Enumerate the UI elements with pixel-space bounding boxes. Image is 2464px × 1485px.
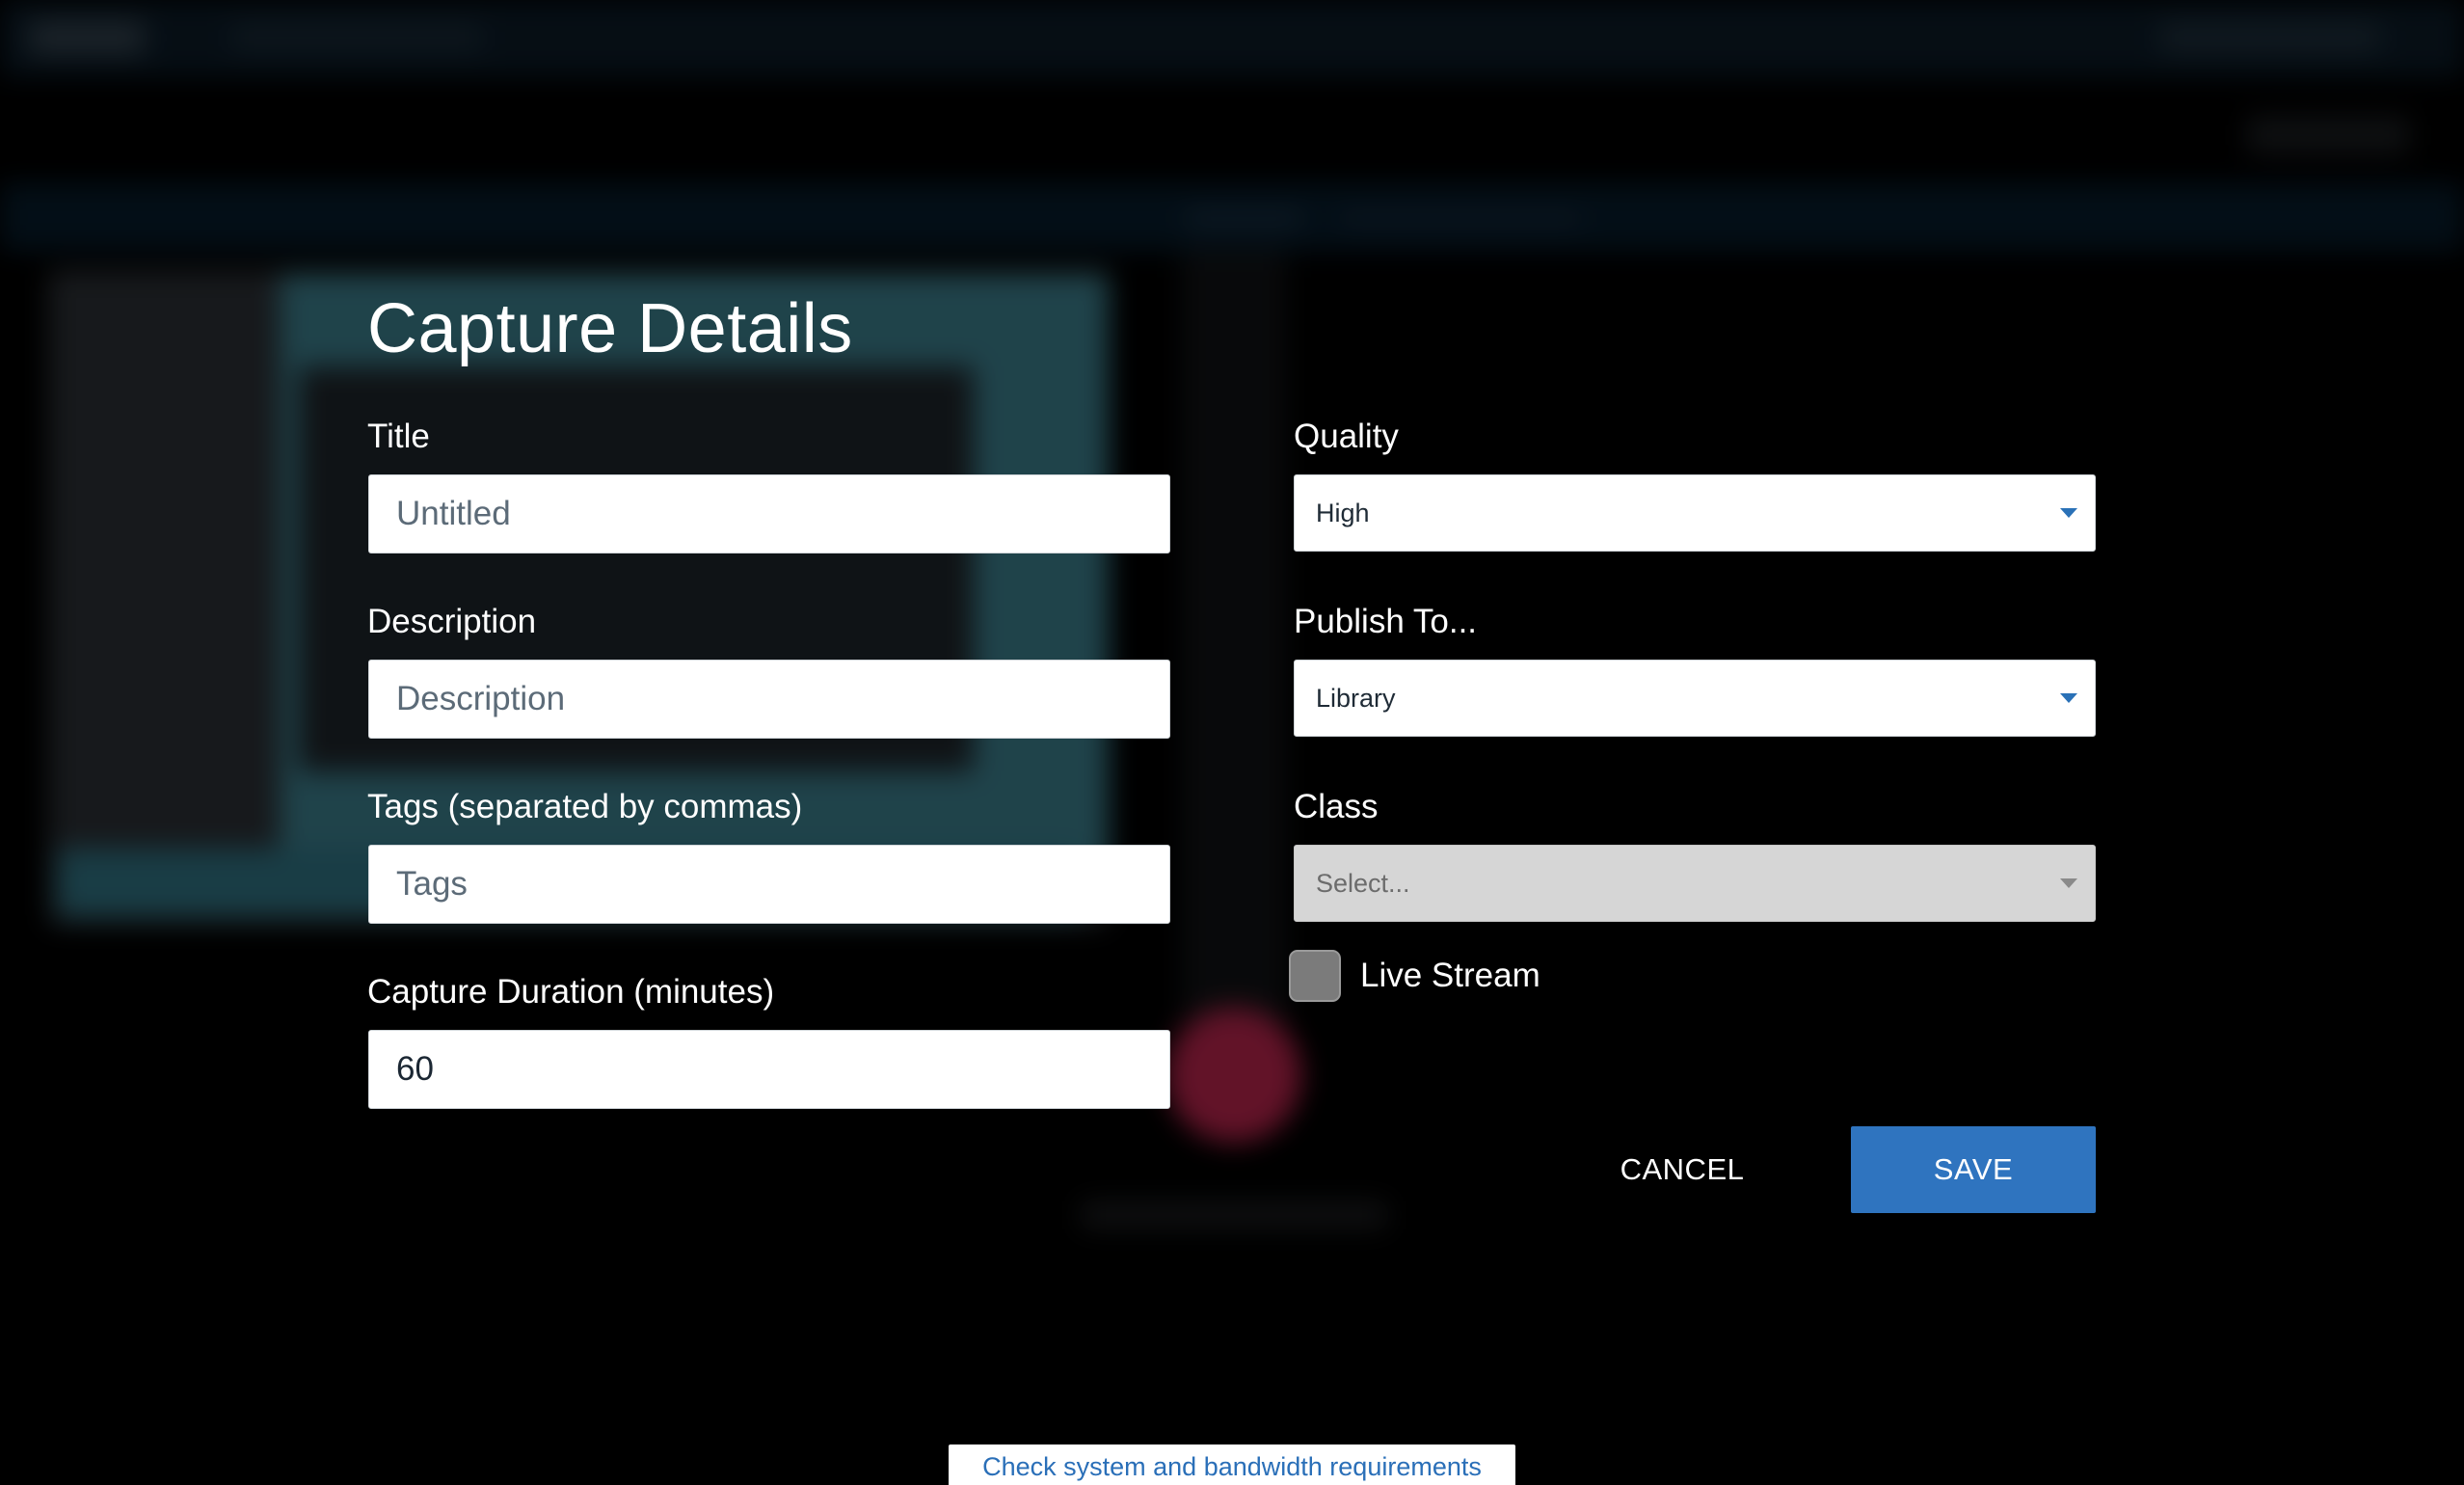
- live-stream-checkbox[interactable]: [1289, 950, 1341, 1002]
- title-input[interactable]: [368, 474, 1170, 554]
- chevron-down-icon: [2060, 878, 2077, 888]
- chevron-down-icon: [2060, 693, 2077, 703]
- publish-to-label: Publish To...: [1294, 603, 1478, 640]
- duration-input[interactable]: [368, 1030, 1170, 1109]
- duration-label: Capture Duration (minutes): [367, 973, 775, 1011]
- class-selected-value: Select...: [1316, 869, 1410, 898]
- live-stream-label[interactable]: Live Stream: [1360, 957, 1540, 995]
- tags-label: Tags (separated by commas): [367, 788, 803, 825]
- quality-label: Quality: [1294, 418, 1399, 455]
- publish-to-selected-value: Library: [1316, 684, 1396, 713]
- modal-overlay: [0, 0, 2464, 1485]
- title-label: Title: [367, 418, 430, 455]
- class-label: Class: [1294, 788, 1379, 825]
- class-select: Select...: [1294, 845, 2096, 922]
- description-label: Description: [367, 603, 537, 640]
- chevron-down-icon: [2060, 508, 2077, 518]
- requirements-link[interactable]: Check system and bandwidth requirements: [949, 1444, 1515, 1485]
- dialog-title: Capture Details: [367, 290, 853, 367]
- save-button[interactable]: SAVE: [1851, 1126, 2096, 1213]
- description-input[interactable]: [368, 660, 1170, 739]
- publish-to-select[interactable]: Library: [1294, 660, 2096, 737]
- capture-page: Capture Details Title Description Tags (…: [0, 0, 2464, 1485]
- quality-select[interactable]: High: [1294, 474, 2096, 552]
- tags-input[interactable]: [368, 845, 1170, 924]
- quality-selected-value: High: [1316, 499, 1370, 527]
- cancel-button[interactable]: CANCEL: [1581, 1126, 1783, 1213]
